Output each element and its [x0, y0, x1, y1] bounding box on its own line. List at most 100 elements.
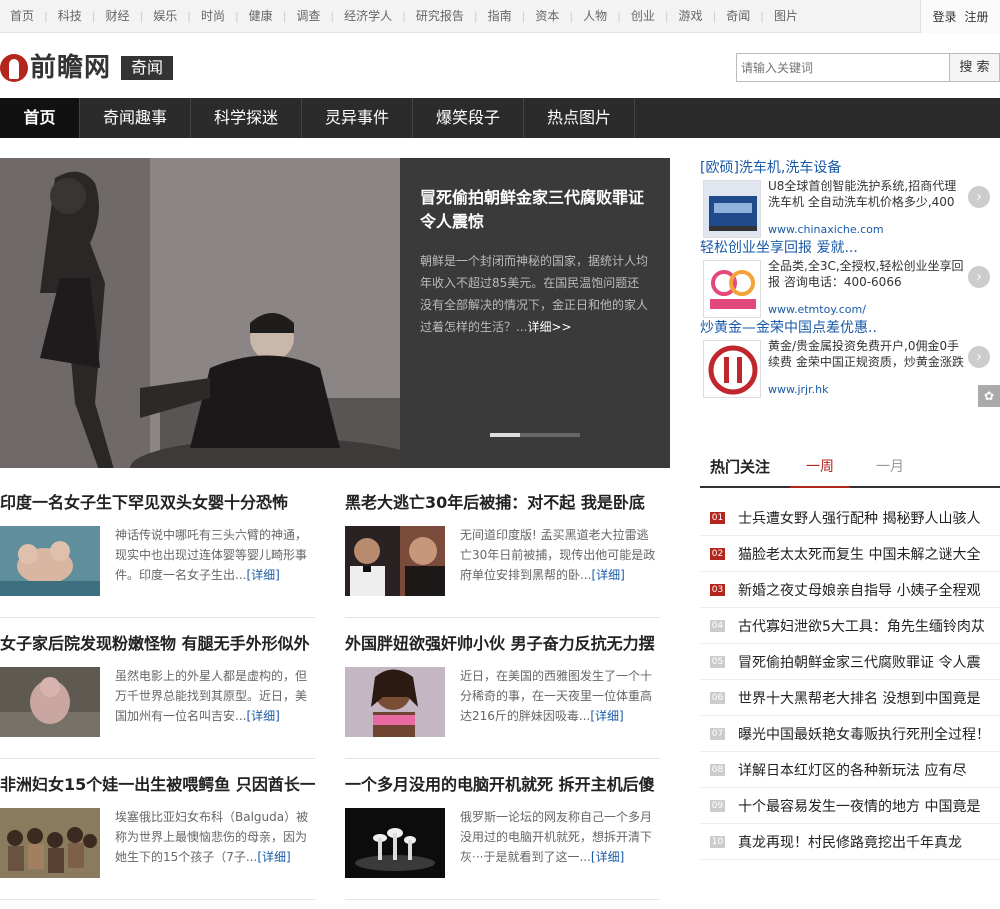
- ad-url[interactable]: www.chinaxiche.com: [768, 223, 884, 236]
- top-nav-pictures[interactable]: 图片: [764, 0, 808, 32]
- hero-title[interactable]: 冒死偷拍朝鲜金家三代腐败罪证 令人震惊: [420, 186, 650, 234]
- hot-item[interactable]: 04 古代寡妇泄欲5大工具：角先生缅铃肉苁: [700, 608, 1000, 644]
- top-nav-economist[interactable]: 经济学人: [334, 0, 402, 32]
- ad-title[interactable]: 轻松创业坐享回报 爱就...: [700, 238, 1000, 258]
- article-title[interactable]: 外国胖妞欲强奸帅小伙 男子奋力反抗无力摆: [345, 634, 660, 654]
- ad-panel: [欧硕]洗车机,洗车设备 U8全球首创智能洗护系统,招商代理洗车机 全自动洗车机…: [700, 158, 1000, 408]
- article-more-link[interactable]: [详细]: [246, 568, 279, 582]
- top-nav-startup[interactable]: 创业: [621, 0, 665, 32]
- article-title[interactable]: 非洲妇女15个娃一出生被喂鳄鱼 只因酋长一: [0, 775, 315, 795]
- hot-item[interactable]: 03 新婚之夜丈母娘亲自指导 小姨子全程观: [700, 572, 1000, 608]
- top-nav-home[interactable]: 首页: [0, 0, 44, 32]
- hot-item-title[interactable]: 世界十大黑帮老大排名 没想到中国竟是: [738, 688, 998, 708]
- article-more-link[interactable]: [详细]: [257, 850, 290, 864]
- paw-icon[interactable]: ✿: [978, 385, 1000, 407]
- article-thumbnail[interactable]: [345, 526, 445, 596]
- hot-item[interactable]: 07 曝光中国最妖艳女毒贩执行死刑全过程！: [700, 716, 1000, 752]
- register-link[interactable]: 注册: [965, 8, 989, 25]
- article-title[interactable]: 印度一名女子生下罕见双头女婴十分恐怖: [0, 493, 315, 513]
- ad-desc: 黄金/贵金属投资免费开户,0佣金0手续费 金荣中国正规资质，炒黄金涨跌: [768, 339, 964, 369]
- article-title[interactable]: 一个多月没用的电脑开机就死 拆开主机后傻: [345, 775, 660, 795]
- ad-thumbnail[interactable]: [703, 340, 761, 398]
- slider-indicator-active[interactable]: [490, 433, 520, 437]
- rank-badge: 05: [710, 655, 725, 668]
- article-thumbnail[interactable]: [345, 808, 445, 878]
- hot-item[interactable]: 08 详解日本红灯区的各种新玩法 应有尽: [700, 752, 1000, 788]
- ad-item[interactable]: [欧硕]洗车机,洗车设备 U8全球首创智能洗护系统,招商代理洗车机 全自动洗车机…: [700, 158, 1000, 238]
- tab-week[interactable]: 一周: [790, 448, 851, 488]
- article-more-link[interactable]: [详细]: [590, 709, 623, 723]
- chevron-right-icon[interactable]: ›: [968, 346, 990, 368]
- rank-badge: 04: [710, 619, 725, 632]
- top-nav-capital[interactable]: 资本: [525, 0, 569, 32]
- ad-item[interactable]: 轻松创业坐享回报 爱就... 全品类,全3C,全授权,轻松创业坐享回报 咨询电话…: [700, 238, 1000, 318]
- main-nav-jokes[interactable]: 爆笑段子: [413, 98, 524, 138]
- main-nav-science[interactable]: 科学探迷: [191, 98, 302, 138]
- hot-item[interactable]: 02 猫脸老太太死而复生 中国未解之谜大全: [700, 536, 1000, 572]
- tab-month[interactable]: 一月: [860, 448, 920, 486]
- ad-url[interactable]: www.jrjr.hk: [768, 383, 828, 396]
- article-thumbnail[interactable]: [0, 808, 100, 878]
- ad-title[interactable]: [欧硕]洗车机,洗车设备: [700, 158, 1000, 178]
- top-nav-games[interactable]: 游戏: [669, 0, 713, 32]
- article-more-link[interactable]: [详细]: [591, 850, 624, 864]
- rank-badge: 02: [710, 547, 725, 560]
- article-item: 黑老大逃亡30年后被捕：对不起 我是卧底 无间道印度版! 孟买黑道老大拉雷逃亡3…: [345, 493, 660, 623]
- hot-item-title[interactable]: 新婚之夜丈母娘亲自指导 小姨子全程观: [738, 580, 998, 600]
- top-nav-research[interactable]: 研究报告: [406, 0, 474, 32]
- article-thumbnail[interactable]: [0, 667, 100, 737]
- hot-item-title[interactable]: 真龙再现！村民修路竟挖出千年真龙: [738, 832, 998, 852]
- top-nav-entertainment[interactable]: 娱乐: [143, 0, 187, 32]
- hot-item[interactable]: 09 十个最容易发生一夜情的地方 中国竟是: [700, 788, 1000, 824]
- hot-item-title[interactable]: 猫脸老太太死而复生 中国未解之谜大全: [738, 544, 998, 564]
- article-thumbnail[interactable]: [345, 667, 445, 737]
- main-nav-oddities[interactable]: 奇闻趣事: [80, 98, 191, 138]
- hero-text: 冒死偷拍朝鲜金家三代腐败罪证 令人震惊 朝鲜是一个封闭而神秘的国家，据统计人均年…: [400, 158, 670, 468]
- login-link[interactable]: 登录: [932, 8, 956, 25]
- hot-item[interactable]: 06 世界十大黑帮老大排名 没想到中国竟是: [700, 680, 1000, 716]
- hot-item-title[interactable]: 曝光中国最妖艳女毒贩执行死刑全过程！: [738, 724, 998, 744]
- chevron-right-icon[interactable]: ›: [968, 266, 990, 288]
- article-item: 女子家后院发现粉嫩怪物 有腿无手外形似外 虽然电影上的外星人都是虚构的，但万千世…: [0, 634, 315, 764]
- search-input[interactable]: [736, 53, 950, 82]
- ad-thumbnail[interactable]: [703, 260, 761, 318]
- chevron-right-icon[interactable]: ›: [968, 186, 990, 208]
- hero-image[interactable]: [0, 158, 400, 468]
- search-button[interactable]: 搜 索: [950, 53, 1000, 82]
- hot-item[interactable]: 01 士兵遭女野人强行配种 揭秘野人山骇人: [700, 500, 1000, 536]
- ad-item[interactable]: 炒黄金—金荣中国点差优惠.. 黄金/贵金属投资免费开户,0佣金0手续费 金荣中国…: [700, 318, 1000, 398]
- main-nav-home[interactable]: 首页: [0, 98, 80, 138]
- article-thumbnail[interactable]: [0, 526, 100, 596]
- auth-box: 登录 注册: [920, 0, 1000, 33]
- top-nav-fashion[interactable]: 时尚: [191, 0, 235, 32]
- hot-item-title[interactable]: 士兵遭女野人强行配种 揭秘野人山骇人: [738, 508, 998, 528]
- top-nav-survey[interactable]: 调查: [286, 0, 330, 32]
- hot-item-title[interactable]: 古代寡妇泄欲5大工具：角先生缅铃肉苁: [738, 616, 998, 636]
- article-title[interactable]: 黑老大逃亡30年后被捕：对不起 我是卧底: [345, 493, 660, 513]
- top-nav-oddities[interactable]: 奇闻: [716, 0, 760, 32]
- hero-more-link[interactable]: 详细>>: [527, 320, 571, 334]
- ad-thumbnail[interactable]: [703, 180, 761, 238]
- divider: [345, 758, 660, 759]
- top-nav-finance[interactable]: 财经: [95, 0, 139, 32]
- slider-indicator[interactable]: [490, 433, 580, 437]
- article-desc-text: 无间道印度版! 孟买黑道老大拉雷逃亡30年日前被捕，现传出他可能是政府单位安排到…: [460, 528, 656, 582]
- hot-item-title[interactable]: 十个最容易发生一夜情的地方 中国竟是: [738, 796, 998, 816]
- top-nav-tech[interactable]: 科技: [48, 0, 92, 32]
- ad-title[interactable]: 炒黄金—金荣中国点差优惠..: [700, 318, 1000, 338]
- site-logo[interactable]: 前瞻网 奇闻: [0, 53, 174, 83]
- top-nav-health[interactable]: 健康: [239, 0, 283, 32]
- top-nav-guide[interactable]: 指南: [478, 0, 522, 32]
- hot-item[interactable]: 05 冒死偷拍朝鲜金家三代腐败罪证 令人震: [700, 644, 1000, 680]
- hot-item[interactable]: 10 真龙再现！村民修路竟挖出千年真龙: [700, 824, 1000, 860]
- article-title[interactable]: 女子家后院发现粉嫩怪物 有腿无手外形似外: [0, 634, 315, 654]
- article-more-link[interactable]: [详细]: [591, 568, 624, 582]
- main-nav-paranormal[interactable]: 灵异事件: [302, 98, 413, 138]
- hot-item-title[interactable]: 详解日本红灯区的各种新玩法 应有尽: [738, 760, 998, 780]
- rank-badge: 07: [710, 727, 725, 740]
- top-nav-people[interactable]: 人物: [573, 0, 617, 32]
- main-nav-hot-pictures[interactable]: 热点图片: [524, 98, 635, 138]
- hot-item-title[interactable]: 冒死偷拍朝鲜金家三代腐败罪证 令人震: [738, 652, 998, 672]
- article-more-link[interactable]: [详细]: [246, 709, 279, 723]
- ad-url[interactable]: www.etmtoy.com/: [768, 303, 866, 316]
